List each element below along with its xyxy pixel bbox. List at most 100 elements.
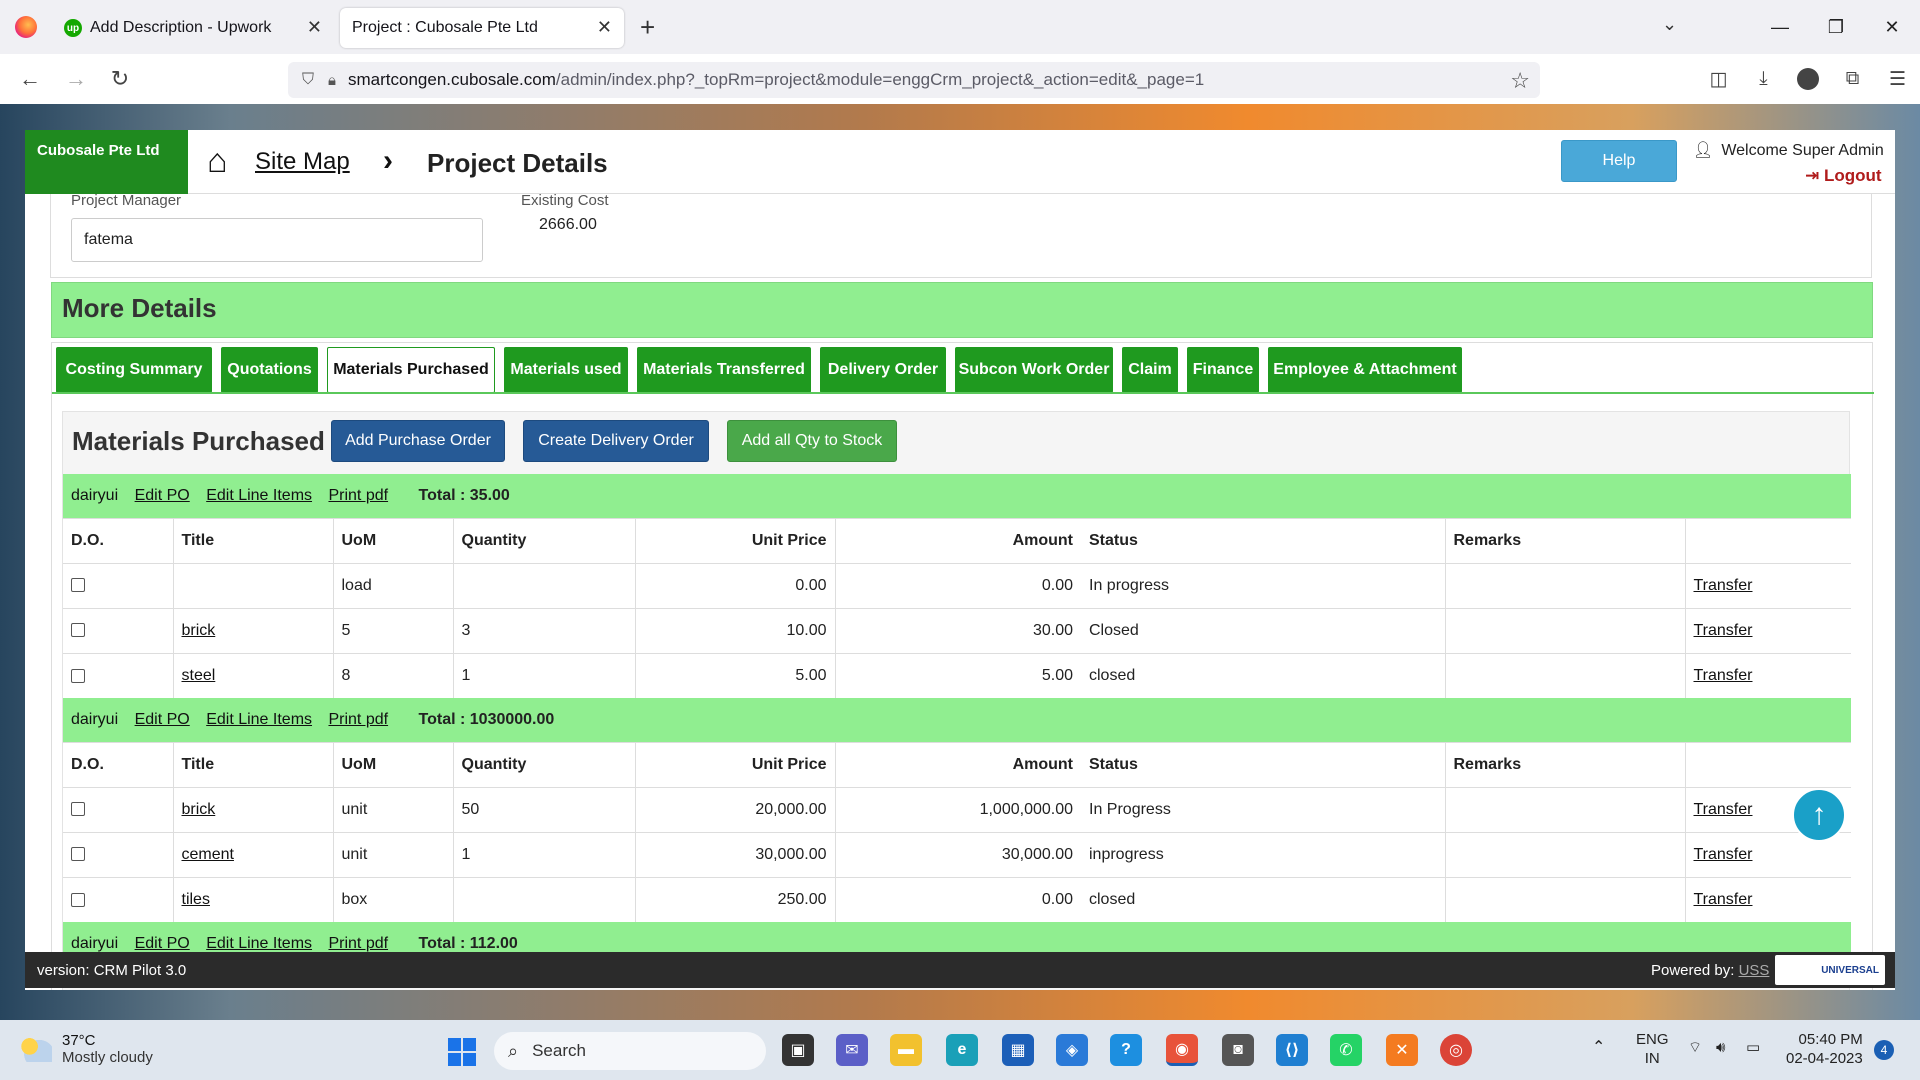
browser-tab-upwork[interactable]: up Add Description - Upwork ✕ xyxy=(52,8,334,48)
wifi-icon[interactable]: ⌔ xyxy=(1688,1038,1702,1057)
tab-quotations[interactable]: Quotations xyxy=(221,347,318,393)
lock-icon[interactable]: 🔒︎ xyxy=(328,72,336,89)
firefox-taskbar-icon[interactable]: ◉ xyxy=(1166,1034,1198,1066)
xampp-icon[interactable]: ✕ xyxy=(1386,1034,1418,1066)
new-tab-icon[interactable]: + xyxy=(640,12,655,43)
edit-po-link[interactable]: Edit PO xyxy=(135,487,190,504)
help-app-icon[interactable]: ? xyxy=(1110,1034,1142,1066)
do-checkbox[interactable] xyxy=(71,892,85,907)
item-title-link[interactable]: brick xyxy=(182,801,216,818)
browser-tab-project[interactable]: Project : Cubosale Pte Ltd ✕ xyxy=(340,8,624,48)
reload-icon[interactable]: ↻ xyxy=(102,66,138,92)
menu-icon[interactable]: ☰ xyxy=(1875,68,1920,91)
do-checkbox[interactable] xyxy=(71,668,85,683)
item-title-link[interactable]: tiles xyxy=(182,891,210,908)
tab-finance[interactable]: Finance xyxy=(1187,347,1259,393)
item-title-link[interactable]: brick xyxy=(182,622,216,639)
do-checkbox[interactable] xyxy=(71,578,85,593)
whatsapp-icon[interactable]: ✆ xyxy=(1330,1034,1362,1066)
home-icon[interactable]: ⌂ xyxy=(207,142,228,181)
transfer-link[interactable]: Transfer xyxy=(1694,846,1753,863)
edit-line-items-link[interactable]: Edit Line Items xyxy=(206,487,312,504)
item-amount: 1,000,000.00 xyxy=(834,786,1081,832)
transfer-link[interactable]: Transfer xyxy=(1694,577,1753,594)
vscode-icon[interactable]: ⟨⟩ xyxy=(1276,1034,1308,1066)
app-window: Cubosale Pte Ltd ⌂ Site Map › Project De… xyxy=(25,130,1895,990)
brand-logo[interactable]: Cubosale Pte Ltd xyxy=(25,130,188,194)
tab-delivery-order[interactable]: Delivery Order xyxy=(820,347,946,393)
add-purchase-order-button[interactable]: Add Purchase Order xyxy=(331,420,505,462)
edit-line-items-link[interactable]: Edit Line Items xyxy=(206,935,312,952)
weather-widget[interactable]: 37°C Mostly cloudy xyxy=(20,1032,153,1066)
download-icon[interactable]: ⤓ xyxy=(1741,68,1786,90)
forward-icon[interactable]: → xyxy=(58,66,94,92)
teams-chat-icon[interactable]: ✉ xyxy=(836,1034,868,1066)
list-tabs-chevron-icon[interactable]: ⌄ xyxy=(1662,14,1677,35)
tab-materials-used[interactable]: Materials used xyxy=(504,347,628,393)
tab-materials-purchased[interactable]: Materials Purchased xyxy=(327,347,495,393)
pocket-icon[interactable]: ◫ xyxy=(1696,68,1741,91)
breadcrumb-sitemap[interactable]: Site Map xyxy=(255,148,350,176)
do-checkbox[interactable] xyxy=(71,623,85,638)
transfer-link[interactable]: Transfer xyxy=(1694,801,1753,818)
firefox-menu-button[interactable] xyxy=(0,0,52,54)
tab-employee-attachment[interactable]: Employee & Attachment xyxy=(1268,347,1462,393)
camera-icon[interactable]: ◙ xyxy=(1222,1034,1254,1066)
item-title-link[interactable]: cement xyxy=(182,846,234,863)
item-status: inprogress xyxy=(1081,831,1445,877)
edit-line-items-link[interactable]: Edit Line Items xyxy=(206,711,312,728)
print-pdf-link[interactable]: Print pdf xyxy=(328,935,388,952)
transfer-link[interactable]: Transfer xyxy=(1694,891,1753,908)
close-tab-icon[interactable]: ✕ xyxy=(307,17,322,38)
store-icon[interactable]: ▦ xyxy=(1002,1034,1034,1066)
edit-po-link[interactable]: Edit PO xyxy=(135,935,190,952)
bookmark-star-icon[interactable]: ☆ xyxy=(1510,68,1530,94)
scroll-to-top-button[interactable]: ↑ xyxy=(1792,788,1846,842)
close-tab-icon[interactable]: ✕ xyxy=(597,17,612,38)
system-clock[interactable]: 05:40 PM 02-04-2023 xyxy=(1786,1030,1863,1068)
chrome-icon[interactable]: ◎ xyxy=(1440,1034,1472,1066)
taskbar-search[interactable]: ⌕ Search xyxy=(494,1032,766,1070)
transfer-link[interactable]: Transfer xyxy=(1694,622,1753,639)
tab-claim[interactable]: Claim xyxy=(1122,347,1178,393)
details-tabs-panel: Costing Summary Quotations Materials Pur… xyxy=(51,342,1874,990)
shield-icon[interactable]: ⛉ xyxy=(302,71,314,89)
item-unit-price: 20,000.00 xyxy=(634,786,835,832)
print-pdf-link[interactable]: Print pdf xyxy=(328,711,388,728)
windows-start-icon[interactable] xyxy=(448,1038,476,1066)
logout-button[interactable]: ⇥ Logout xyxy=(1805,166,1882,186)
notification-badge[interactable]: 4 xyxy=(1874,1040,1894,1060)
tab-subcon-work-order[interactable]: Subcon Work Order xyxy=(955,347,1113,393)
item-title-link[interactable]: steel xyxy=(182,667,216,684)
task-view-icon[interactable]: ▣ xyxy=(782,1034,814,1066)
do-checkbox[interactable] xyxy=(71,802,85,817)
print-pdf-link[interactable]: Print pdf xyxy=(328,487,388,504)
edge-icon[interactable]: e xyxy=(946,1034,978,1066)
restore-icon[interactable]: ❐ xyxy=(1808,17,1864,38)
url-bar[interactable]: ⛉ 🔒︎ smartcongen.cubosale.com/admin/inde… xyxy=(288,62,1540,98)
do-checkbox[interactable] xyxy=(71,847,85,862)
language-indicator[interactable]: ENG IN xyxy=(1636,1030,1669,1068)
close-window-icon[interactable]: ✕ xyxy=(1864,17,1920,38)
powered-by-link[interactable]: USS xyxy=(1739,962,1770,979)
extensions-icon[interactable]: ⧉ xyxy=(1830,68,1875,90)
volume-icon[interactable]: 🔊︎ xyxy=(1716,1038,1725,1057)
tab-materials-transferred[interactable]: Materials Transferred xyxy=(637,347,811,393)
create-delivery-order-button[interactable]: Create Delivery Order xyxy=(523,420,709,462)
materials-purchased-panel: Materials Purchased Add Purchase Order C… xyxy=(62,411,1851,990)
battery-icon[interactable]: ▭ xyxy=(1746,1038,1760,1057)
transfer-link[interactable]: Transfer xyxy=(1694,667,1753,684)
app-icon[interactable]: ◈ xyxy=(1056,1034,1088,1066)
add-qty-to-stock-button[interactable]: Add all Qty to Stock xyxy=(727,420,897,462)
table-row: load 0.00 0.00 In progress Transfer xyxy=(63,562,1851,608)
profile-avatar[interactable]: K xyxy=(1797,68,1819,90)
file-explorer-icon[interactable]: ▬ xyxy=(890,1034,922,1066)
tray-chevron-up-icon[interactable]: ⌃ xyxy=(1592,1038,1605,1057)
minimize-icon[interactable]: — xyxy=(1752,17,1808,38)
back-icon[interactable]: ← xyxy=(12,66,48,92)
edit-po-link[interactable]: Edit PO xyxy=(135,711,190,728)
help-button[interactable]: Help xyxy=(1561,140,1677,182)
project-manager-field[interactable]: fatema xyxy=(71,218,483,262)
tab-title: Add Description - Upwork xyxy=(90,19,272,36)
tab-costing-summary[interactable]: Costing Summary xyxy=(56,347,212,393)
